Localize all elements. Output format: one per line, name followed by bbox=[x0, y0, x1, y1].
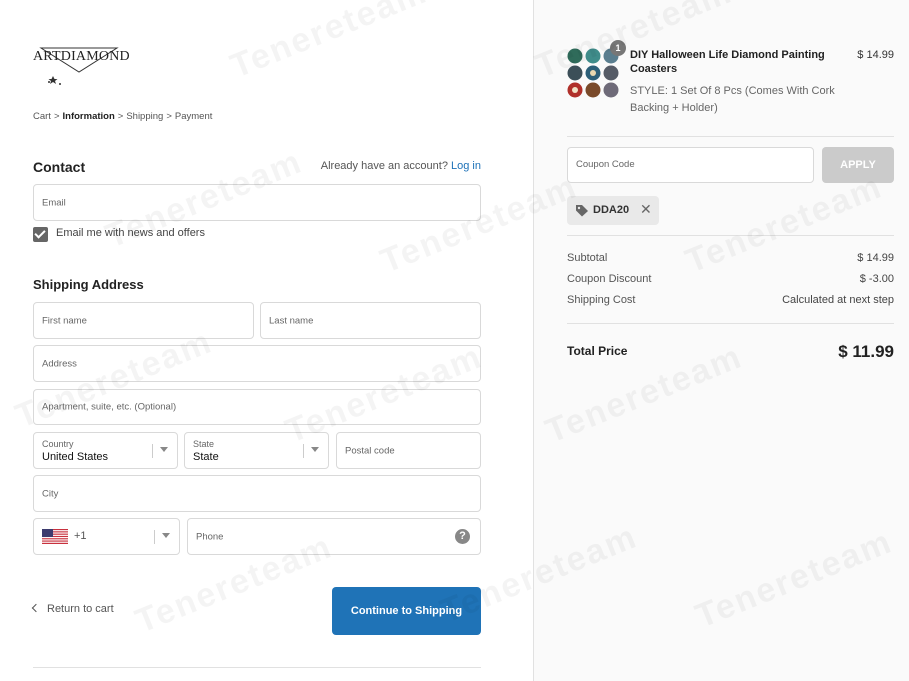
contact-heading: Contact bbox=[33, 159, 86, 175]
return-to-cart-link[interactable]: Return to cart bbox=[31, 603, 114, 615]
discount-label: Coupon Discount bbox=[567, 273, 652, 285]
address-placeholder: Address bbox=[42, 358, 77, 369]
coupon-input[interactable]: Coupon Code bbox=[567, 147, 814, 183]
address-field[interactable]: Address bbox=[33, 345, 481, 382]
subtotal-label: Subtotal bbox=[567, 252, 608, 264]
login-link[interactable]: Log in bbox=[451, 160, 481, 172]
select-divider bbox=[303, 444, 304, 458]
state-select[interactable]: State State bbox=[184, 432, 329, 469]
applied-coupon-tag: DDA20 ✕ bbox=[567, 196, 659, 225]
chevron-down-icon bbox=[311, 447, 319, 452]
phone-placeholder: Phone bbox=[196, 531, 224, 542]
divider bbox=[567, 323, 894, 324]
newsletter-label[interactable]: Email me with news and offers bbox=[56, 227, 205, 239]
last-name-field[interactable]: Last name bbox=[260, 302, 481, 339]
product-thumbnail bbox=[567, 48, 619, 98]
breadcrumb-separator: > bbox=[53, 111, 60, 122]
product-price: $ 14.99 bbox=[857, 49, 894, 61]
coupon-placeholder: Coupon Code bbox=[576, 159, 635, 170]
divider bbox=[33, 667, 481, 668]
select-divider bbox=[152, 444, 153, 458]
shipping-address-heading: Shipping Address bbox=[33, 277, 144, 292]
product-style: STYLE: 1 Set Of 8 Pcs (Comes With Cork B… bbox=[630, 85, 835, 114]
store-logo[interactable]: ARTDIAMOND bbox=[33, 42, 130, 88]
first-name-placeholder: First name bbox=[42, 315, 87, 326]
return-to-cart-label: Return to cart bbox=[47, 603, 114, 615]
email-field[interactable]: Email bbox=[33, 184, 481, 221]
total-price-value: $ 11.99 bbox=[838, 342, 894, 361]
breadcrumb-cart[interactable]: Cart bbox=[33, 111, 51, 122]
chevron-left-icon bbox=[31, 603, 41, 613]
phone-field[interactable]: Phone ? bbox=[187, 518, 481, 555]
apartment-placeholder: Apartment, suite, etc. (Optional) bbox=[42, 401, 177, 413]
select-divider bbox=[154, 530, 155, 544]
postal-code-field[interactable]: Postal code bbox=[336, 432, 481, 469]
logo-text: ARTDIAMOND bbox=[33, 49, 130, 64]
city-field[interactable]: City bbox=[33, 475, 481, 512]
close-icon[interactable]: ✕ bbox=[640, 201, 652, 218]
country-label: Country bbox=[42, 439, 74, 449]
city-placeholder: City bbox=[42, 488, 59, 499]
continue-to-shipping-button[interactable]: Continue to Shipping bbox=[332, 587, 481, 635]
country-value: United States bbox=[42, 451, 109, 463]
breadcrumb: Cart > Information > Shipping > Payment bbox=[33, 111, 212, 122]
breadcrumb-information: Information bbox=[62, 111, 115, 122]
account-prompt: Already have an account? Log in bbox=[321, 160, 481, 172]
help-icon[interactable]: ? bbox=[455, 529, 470, 544]
total-price-label: Total Price bbox=[567, 344, 628, 358]
email-placeholder: Email bbox=[42, 197, 66, 208]
breadcrumb-separator: > bbox=[117, 111, 124, 122]
subtotal-value: $ 14.99 bbox=[857, 252, 894, 264]
apartment-field[interactable]: Apartment, suite, etc. (Optional) bbox=[33, 389, 481, 425]
first-name-field[interactable]: First name bbox=[33, 302, 254, 339]
product-title: DIY Halloween Life Diamond Painting Coas… bbox=[630, 49, 825, 75]
chevron-down-icon bbox=[162, 533, 170, 538]
postal-code-placeholder: Postal code bbox=[345, 445, 395, 456]
discount-value: $ -3.00 bbox=[859, 273, 894, 285]
apply-coupon-button[interactable]: APPLY bbox=[822, 147, 894, 183]
phone-country-code: +1 bbox=[74, 530, 87, 542]
breadcrumb-payment: Payment bbox=[174, 111, 213, 122]
divider bbox=[567, 136, 894, 137]
divider bbox=[567, 235, 894, 236]
breadcrumb-separator: > bbox=[166, 111, 172, 122]
applied-coupon-code: DDA20 bbox=[593, 204, 630, 216]
quantity-badge: 1 bbox=[610, 40, 626, 56]
breadcrumb-shipping: Shipping bbox=[126, 111, 164, 122]
chevron-down-icon bbox=[160, 447, 168, 452]
country-select[interactable]: Country United States bbox=[33, 432, 178, 469]
account-prompt-text: Already have an account? bbox=[320, 160, 448, 172]
tag-icon bbox=[576, 205, 588, 217]
state-label: State bbox=[193, 439, 215, 449]
phone-country-select[interactable]: +1 bbox=[33, 518, 180, 555]
state-value: State bbox=[193, 451, 219, 463]
newsletter-checkbox[interactable] bbox=[33, 227, 48, 242]
last-name-placeholder: Last name bbox=[269, 315, 314, 326]
shipping-cost-label: Shipping Cost bbox=[567, 294, 636, 306]
checkout-form-panel: ARTDIAMOND Cart > Information > Shipping > Pay… bbox=[0, 0, 533, 681]
us-flag-icon bbox=[42, 529, 68, 544]
shipping-cost-value: Calculated at next step bbox=[782, 294, 894, 306]
